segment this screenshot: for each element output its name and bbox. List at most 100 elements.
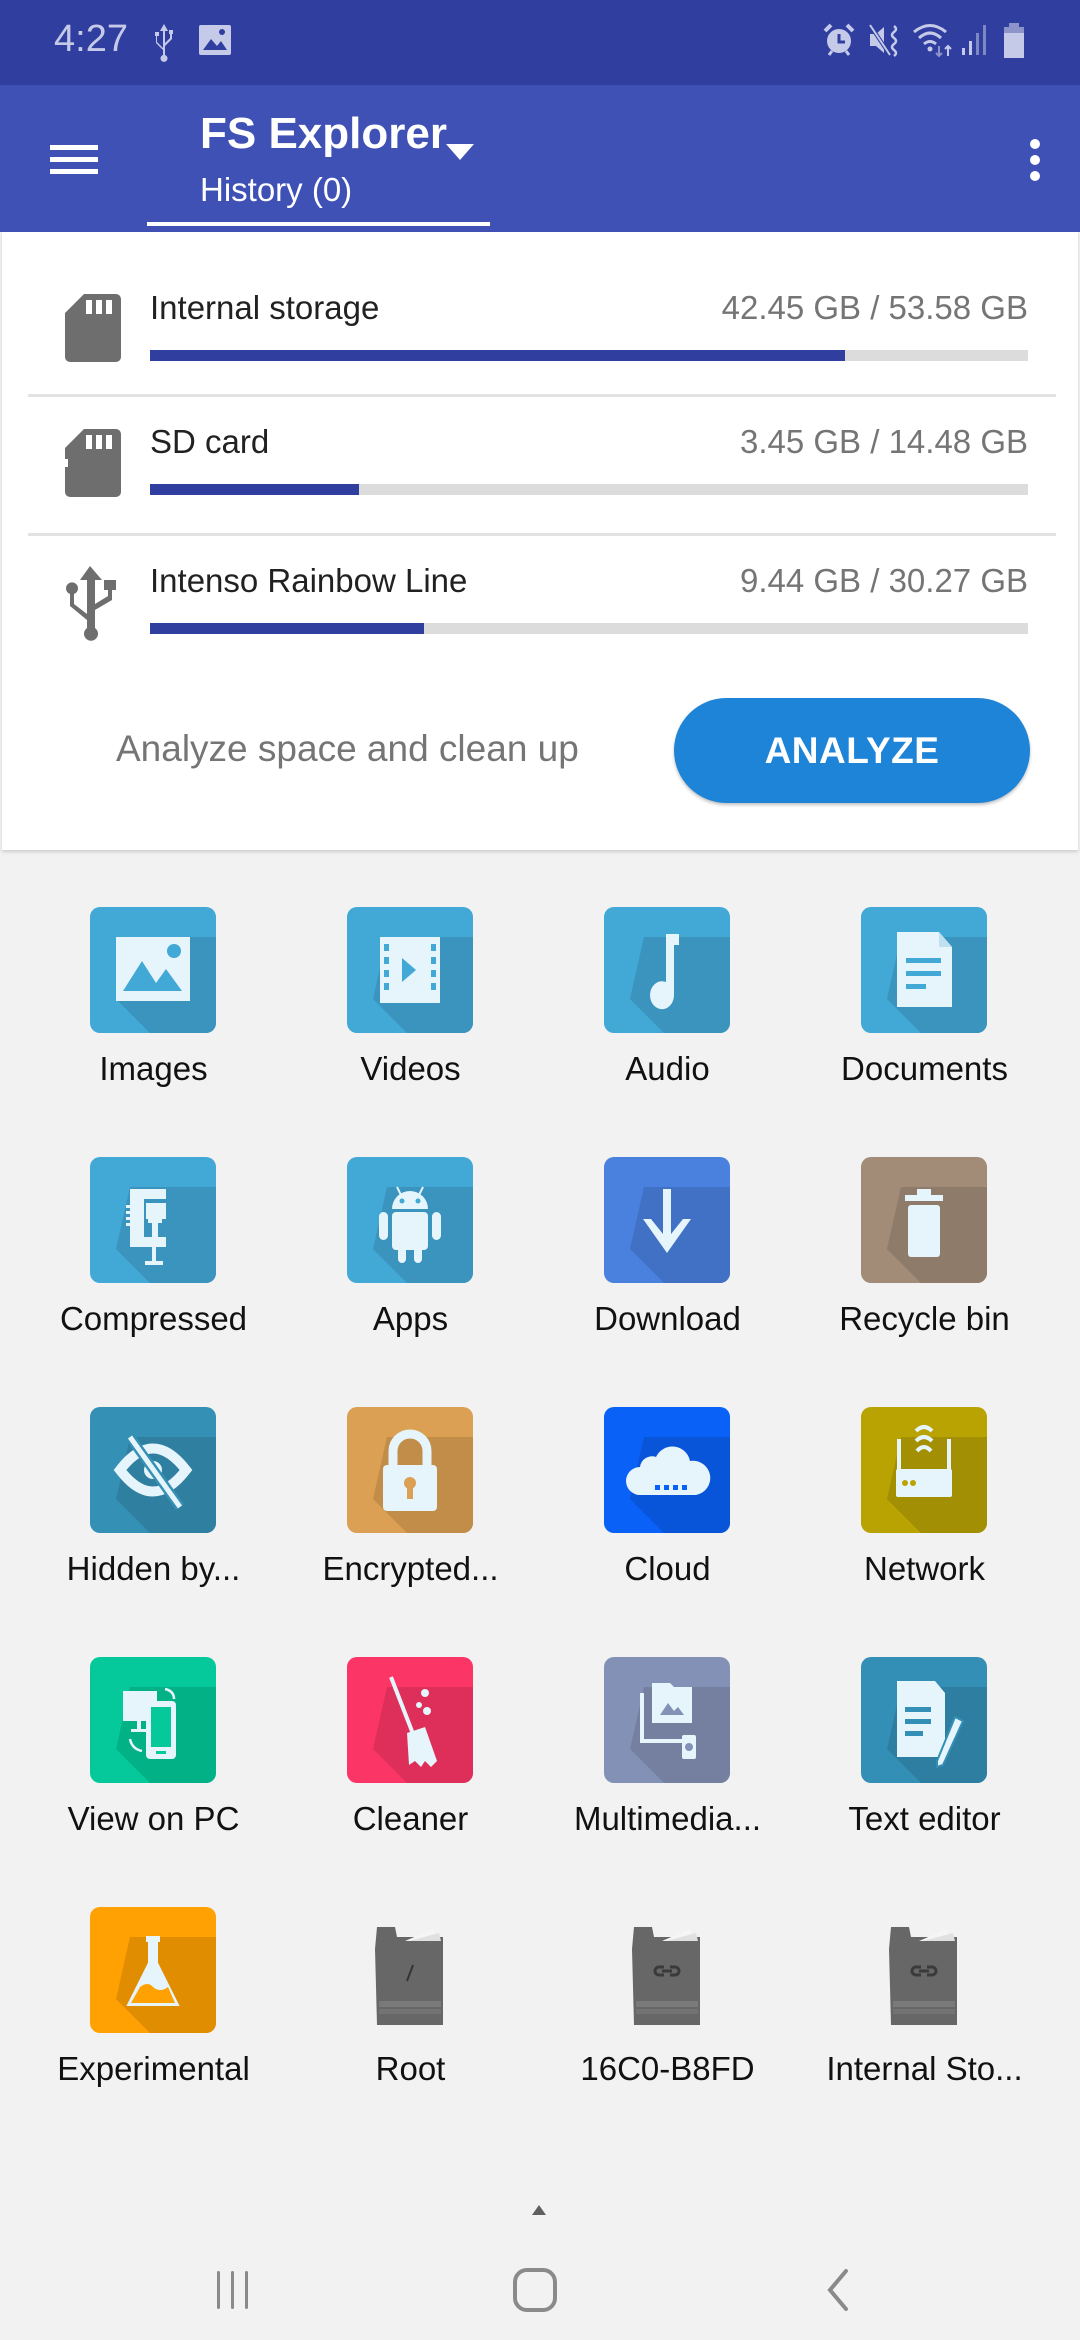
shortcut-cleaner[interactable]: Cleaner xyxy=(282,1630,539,1880)
wifi-icon xyxy=(912,22,956,62)
system-nav-bar xyxy=(0,2240,1080,2340)
status-bar: 4:27 xyxy=(0,0,1080,85)
shortcut-recycle-bin[interactable]: Recycle bin xyxy=(796,1130,1053,1380)
recents-icon[interactable] xyxy=(153,2240,313,2340)
storage-item-internal[interactable]: Internal storage 42.45 GB / 53.58 GB xyxy=(2,232,1078,371)
shortcut-encrypted[interactable]: Encrypted... xyxy=(282,1380,539,1630)
back-icon[interactable] xyxy=(757,2240,917,2340)
broom-icon xyxy=(347,1657,473,1783)
storage-name: Internal storage xyxy=(150,289,380,326)
location-selector[interactable]: FS Explorer History (0) xyxy=(147,85,490,232)
app-title: FS Explorer xyxy=(200,109,447,158)
shortcut-label: Compressed xyxy=(59,1300,248,1337)
more-vert-icon[interactable] xyxy=(1000,125,1070,195)
shortcut-label: Recycle bin xyxy=(839,1300,1010,1337)
sd-card-icon xyxy=(64,292,122,369)
shortcut-documents[interactable]: Documents xyxy=(796,880,1053,1130)
shortcut-hidden-by[interactable]: Hidden by... xyxy=(25,1380,282,1630)
shortcut-download[interactable]: Download xyxy=(539,1130,796,1380)
trash-icon xyxy=(861,1157,987,1283)
shortcut-16c0-b8fd[interactable]: 16C0-B8FD xyxy=(539,1880,796,2130)
shortcut-label: Images xyxy=(99,1050,208,1087)
media-folder-settings-icon xyxy=(604,1657,730,1783)
pc-phone-sync-icon xyxy=(90,1657,216,1783)
shortcut-audio[interactable]: Audio xyxy=(539,880,796,1130)
shortcut-label: Cleaner xyxy=(352,1800,469,1837)
flask-icon xyxy=(90,1907,216,2033)
shortcut-text-editor[interactable]: Text editor xyxy=(796,1630,1053,1880)
shortcut-root[interactable]: Root xyxy=(282,1880,539,2130)
shortcut-label: Text editor xyxy=(848,1800,1001,1837)
storage-size: 42.45 GB / 53.58 GB xyxy=(721,289,1028,326)
android-icon xyxy=(347,1157,473,1283)
app-subtitle: History (0) xyxy=(200,171,353,208)
storage-usage-bar xyxy=(150,623,1028,634)
hamburger-menu-icon[interactable] xyxy=(30,125,118,195)
shortcut-view-on-pc[interactable]: View on PC xyxy=(25,1630,282,1880)
swipe-up-icon xyxy=(532,2202,546,2220)
linked-folder-icon xyxy=(604,1907,730,2033)
router-icon xyxy=(861,1407,987,1533)
shortcut-label: Download xyxy=(594,1300,741,1337)
analyze-description: Analyze space and clean up xyxy=(116,728,579,769)
shortcut-label: View on PC xyxy=(67,1800,240,1837)
storage-usage-fill xyxy=(150,623,424,634)
usb-icon xyxy=(66,566,120,647)
shortcut-label: Audio xyxy=(625,1050,710,1087)
analyze-button[interactable]: ANALYZE xyxy=(674,698,1030,803)
eye-off-icon xyxy=(90,1407,216,1533)
shortcut-apps[interactable]: Apps xyxy=(282,1130,539,1380)
shortcut-label: Encrypted... xyxy=(322,1550,499,1587)
app-bar: FS Explorer History (0) xyxy=(0,85,1080,232)
storage-name: Intenso Rainbow Line xyxy=(150,562,468,599)
storage-card: Internal storage 42.45 GB / 53.58 GB SD … xyxy=(2,232,1078,850)
shortcut-label: Hidden by... xyxy=(66,1550,241,1587)
text-edit-icon xyxy=(861,1657,987,1783)
shortcut-cloud[interactable]: Cloud xyxy=(539,1380,796,1630)
shortcut-internal-sto[interactable]: Internal Sto... xyxy=(796,1880,1053,2130)
cloud-icon xyxy=(604,1407,730,1533)
storage-usage-bar xyxy=(150,350,1028,361)
linked-folder-icon xyxy=(861,1907,987,2033)
storage-item-usb[interactable]: Intenso Rainbow Line 9.44 GB / 30.27 GB xyxy=(2,510,1078,649)
storage-usage-fill xyxy=(150,350,846,361)
shortcut-compressed[interactable]: Compressed xyxy=(25,1130,282,1380)
shortcut-experimental[interactable]: Experimental xyxy=(25,1880,282,2130)
status-time: 4:27 xyxy=(54,18,128,60)
shortcut-multimedia[interactable]: Multimedia... xyxy=(539,1630,796,1880)
storage-size: 9.44 GB / 30.27 GB xyxy=(739,562,1028,599)
battery-icon xyxy=(1002,22,1026,62)
video-icon xyxy=(347,907,473,1033)
shortcut-label: Videos xyxy=(360,1050,461,1087)
storage-item-sd-card[interactable]: SD card 3.45 GB / 14.48 GB xyxy=(2,371,1078,510)
image-icon xyxy=(90,907,216,1033)
storage-size: 3.45 GB / 14.48 GB xyxy=(739,423,1028,460)
shortcut-label: 16C0-B8FD xyxy=(580,2050,755,2087)
shortcut-label: Network xyxy=(863,1550,986,1587)
shortcut-videos[interactable]: Videos xyxy=(282,880,539,1130)
shortcut-label: Experimental xyxy=(57,2050,250,2087)
alarm-icon xyxy=(822,22,856,62)
signal-icon xyxy=(960,22,990,62)
lock-icon xyxy=(347,1407,473,1533)
storage-usage-bar xyxy=(150,484,1028,495)
shortcut-label: Root xyxy=(375,2050,446,2087)
shortcut-label: Documents xyxy=(841,1050,1008,1087)
image-notification-icon xyxy=(198,22,232,62)
sd-card-icon xyxy=(64,427,122,504)
shortcut-images[interactable]: Images xyxy=(25,880,282,1130)
title-underline xyxy=(147,222,490,226)
download-arrow-icon xyxy=(604,1157,730,1283)
vibrate-mute-icon xyxy=(868,22,902,62)
music-note-icon xyxy=(604,907,730,1033)
storage-name: SD card xyxy=(150,423,270,460)
root-folder-icon xyxy=(347,1907,473,2033)
clamp-icon xyxy=(90,1157,216,1283)
storage-usage-fill xyxy=(150,484,359,495)
shortcut-label: Apps xyxy=(372,1300,449,1337)
shortcut-label: Internal Sto... xyxy=(826,2050,1023,2087)
home-icon[interactable] xyxy=(455,2240,615,2340)
shortcut-network[interactable]: Network xyxy=(796,1380,1053,1630)
document-icon xyxy=(861,907,987,1033)
shortcut-label: Multimedia... xyxy=(573,1800,762,1837)
